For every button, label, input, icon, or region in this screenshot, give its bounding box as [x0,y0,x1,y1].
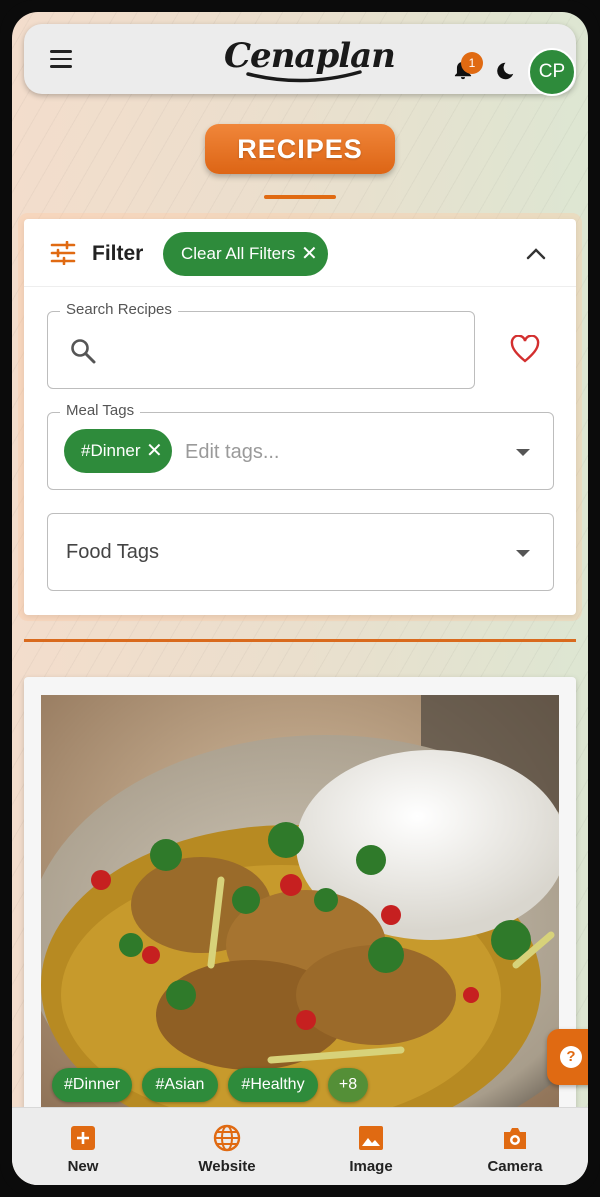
more-tags-chip[interactable]: +8 [328,1068,368,1102]
curry-dish-illustration [41,695,559,1125]
selected-tag-label: #Dinner [81,441,141,460]
food-tags-dropdown-arrow-icon[interactable] [516,550,530,557]
meal-tags-dropdown-arrow-icon[interactable] [516,449,530,456]
filter-label: Filter [92,242,144,265]
filter-header[interactable]: Filter Clear All Filters ✕ [24,219,576,287]
nav-image-label: Image [349,1158,393,1175]
meal-tags-field[interactable]: Meal Tags #Dinner ✕ Edit tags... [47,402,554,490]
help-button[interactable]: ? [547,1029,588,1085]
clear-filters-close-icon[interactable]: ✕ [301,232,318,276]
globe-icon [213,1124,241,1152]
nav-camera-label: Camera [487,1158,543,1175]
nav-new-label: New [67,1158,99,1175]
food-tags-field[interactable]: Food Tags [47,513,554,591]
recipe-tag-chip[interactable]: #Dinner [52,1068,132,1102]
nav-image-button[interactable]: Image [311,1108,431,1185]
hamburger-menu-icon[interactable] [50,50,72,68]
image-icon [359,1126,383,1150]
top-app-bar: Cenaplan 1 CP [24,24,576,96]
favorites-heart-icon[interactable] [510,335,540,363]
dark-mode-moon-icon[interactable] [494,60,516,82]
logo-swoosh-icon [246,70,362,83]
recipe-tag-chip[interactable]: #Asian [142,1068,218,1102]
section-divider [24,639,576,642]
camera-icon [504,1128,526,1149]
nav-camera-button[interactable]: Camera [455,1108,575,1185]
title-underline [264,195,336,199]
page-title: RECIPES [205,124,395,174]
selected-tag-chip-dinner[interactable]: #Dinner ✕ [64,429,172,473]
food-tags-label: Food Tags [66,541,160,563]
filter-panel: Filter Clear All Filters ✕ Search Recipe… [24,219,576,615]
search-icon [71,339,96,364]
device-frame: Cenaplan 1 CP RECIPES Filter Clear All F… [0,0,600,1197]
search-recipes-label: Search Recipes [60,301,178,318]
search-recipes-field[interactable]: Search Recipes [47,301,475,389]
nav-website-label: Website [198,1158,256,1175]
nav-website-button[interactable]: Website [167,1108,287,1185]
meal-tags-label: Meal Tags [60,402,141,419]
recipe-photo[interactable] [41,695,559,1125]
app-logo[interactable]: Cenaplan [224,36,396,86]
app-screen: Cenaplan 1 CP RECIPES Filter Clear All F… [12,12,588,1185]
nav-new-button[interactable]: New [23,1108,143,1185]
edit-tags-placeholder[interactable]: Edit tags... [185,441,280,464]
collapse-chevron-up-icon[interactable] [526,246,546,260]
clear-all-filters-label: Clear All Filters [181,244,296,263]
help-question-icon: ? [560,1046,582,1068]
add-box-icon [71,1126,95,1150]
page-title-badge: RECIPES [205,124,395,176]
tune-sliders-icon [50,241,76,265]
user-avatar[interactable]: CP [528,48,576,96]
recipe-tag-chip[interactable]: #Healthy [228,1068,318,1102]
clear-all-filters-chip[interactable]: Clear All Filters ✕ [163,232,328,276]
notification-badge: 1 [461,52,483,74]
bottom-navigation-bar: New Website Image Camera [12,1107,588,1185]
remove-tag-close-icon[interactable]: ✕ [146,429,163,473]
